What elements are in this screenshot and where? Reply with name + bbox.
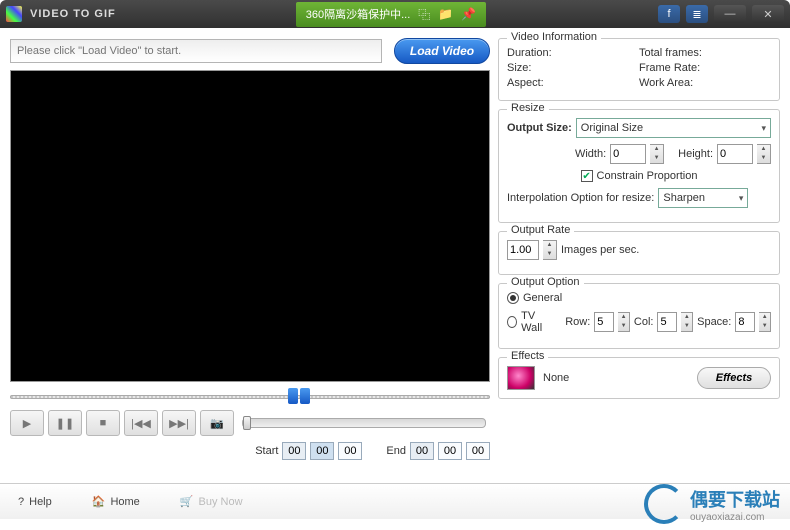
range-slider[interactable] — [10, 388, 490, 406]
col-spinner[interactable]: ▲▼ — [681, 312, 693, 332]
rate-unit-label: Images per sec. — [561, 244, 639, 256]
output-size-label: Output Size: — [507, 122, 572, 134]
sandbox-badge: 360隔离沙箱保护中... ⿻ 📁 📌 — [296, 2, 486, 27]
minimize-button[interactable]: — — [714, 5, 746, 23]
interp-label: Interpolation Option for resize: — [507, 192, 654, 204]
app-logo-icon — [6, 6, 22, 22]
height-input[interactable] — [717, 144, 753, 164]
end-time-label: End — [386, 445, 406, 457]
height-spinner[interactable]: ▲▼ — [757, 144, 771, 164]
output-rate-group: Output Rate ▲▼ Images per sec. — [498, 231, 780, 275]
aspect-label: Aspect: — [507, 77, 639, 89]
tvwall-radio[interactable] — [507, 316, 517, 328]
output-rate-title: Output Rate — [507, 224, 574, 236]
row-label: Row: — [565, 316, 590, 328]
space-label: Space: — [697, 316, 731, 328]
next-frame-button[interactable]: ▶▶| — [162, 410, 196, 436]
prev-frame-button[interactable]: |◀◀ — [124, 410, 158, 436]
output-option-title: Output Option — [507, 276, 584, 288]
range-end-handle[interactable] — [300, 388, 310, 404]
end-ss[interactable] — [466, 442, 490, 460]
work-area-label: Work Area: — [639, 77, 771, 89]
effect-value: None — [543, 372, 569, 384]
load-video-button[interactable]: Load Video — [394, 38, 490, 64]
seek-bar[interactable] — [242, 418, 486, 428]
row-spinner[interactable]: ▲▼ — [618, 312, 630, 332]
help-link[interactable]: ?Help — [18, 496, 52, 508]
sandbox-copy-icon[interactable]: ⿻ — [418, 6, 430, 23]
interp-select[interactable]: Sharpen▾ — [658, 188, 748, 208]
output-option-group: Output Option General TV Wall Row: ▲▼ Co… — [498, 283, 780, 349]
width-label: Width: — [575, 148, 606, 160]
col-label: Col: — [634, 316, 654, 328]
resize-title: Resize — [507, 102, 549, 114]
facebook-button[interactable]: f — [658, 5, 680, 23]
video-preview — [10, 70, 490, 382]
general-radio[interactable] — [507, 292, 519, 304]
snapshot-button[interactable]: 📷 — [200, 410, 234, 436]
footer: ?Help 🏠Home 🛒Buy Now — [0, 483, 790, 519]
seek-thumb[interactable] — [243, 416, 251, 430]
start-ss[interactable] — [338, 442, 362, 460]
constrain-label: Constrain Proportion — [597, 170, 698, 182]
start-hh[interactable] — [282, 442, 306, 460]
video-info-group: Video Information Duration:Total frames:… — [498, 38, 780, 101]
constrain-checkbox[interactable]: ✔ — [581, 170, 593, 182]
width-input[interactable] — [610, 144, 646, 164]
stop-button[interactable]: ■ — [86, 410, 120, 436]
chevron-down-icon: ▾ — [739, 193, 744, 204]
col-input[interactable] — [657, 312, 677, 332]
tvwall-label: TV Wall — [521, 310, 552, 334]
duration-label: Duration: — [507, 47, 639, 59]
rate-input[interactable] — [507, 240, 539, 260]
chevron-down-icon: ▾ — [761, 123, 766, 134]
help-icon: ? — [18, 496, 24, 508]
effects-button[interactable]: Effects — [697, 367, 771, 389]
start-mm[interactable] — [310, 442, 334, 460]
space-input[interactable] — [735, 312, 755, 332]
size-label: Size: — [507, 62, 639, 74]
close-button[interactable]: ✕ — [752, 5, 784, 23]
effect-thumbnail-icon — [507, 366, 535, 390]
width-spinner[interactable]: ▲▼ — [650, 144, 664, 164]
sandbox-folder-icon[interactable]: 📁 — [438, 7, 453, 21]
sandbox-label: 360隔离沙箱保护中... — [306, 6, 411, 22]
app-title: VIDEO TO GIF — [30, 8, 116, 20]
end-hh[interactable] — [410, 442, 434, 460]
titlebar: VIDEO TO GIF 360隔离沙箱保护中... ⿻ 📁 📌 f ≣ — ✕ — [0, 0, 790, 28]
resize-group: Resize Output Size: Original Size▾ Width… — [498, 109, 780, 223]
output-size-select[interactable]: Original Size▾ — [576, 118, 771, 138]
video-path-input[interactable] — [10, 39, 382, 63]
home-icon: 🏠 — [92, 495, 106, 508]
video-info-title: Video Information — [507, 31, 601, 43]
cart-icon: 🛒 — [180, 495, 194, 508]
list-button[interactable]: ≣ — [686, 5, 708, 23]
frame-rate-label: Frame Rate: — [639, 62, 771, 74]
start-time-label: Start — [255, 445, 278, 457]
space-spinner[interactable]: ▲▼ — [759, 312, 771, 332]
play-button[interactable]: ▶ — [10, 410, 44, 436]
end-mm[interactable] — [438, 442, 462, 460]
effects-title: Effects — [507, 350, 548, 362]
pause-button[interactable]: ❚❚ — [48, 410, 82, 436]
total-frames-label: Total frames: — [639, 47, 771, 59]
effects-group: Effects None Effects — [498, 357, 780, 399]
row-input[interactable] — [594, 312, 614, 332]
general-label: General — [523, 292, 562, 304]
range-start-handle[interactable] — [288, 388, 298, 404]
rate-spinner[interactable]: ▲▼ — [543, 240, 557, 260]
buy-link[interactable]: 🛒Buy Now — [180, 495, 243, 508]
sandbox-pin-icon[interactable]: 📌 — [461, 7, 476, 21]
home-link[interactable]: 🏠Home — [92, 495, 140, 508]
height-label: Height: — [678, 148, 713, 160]
